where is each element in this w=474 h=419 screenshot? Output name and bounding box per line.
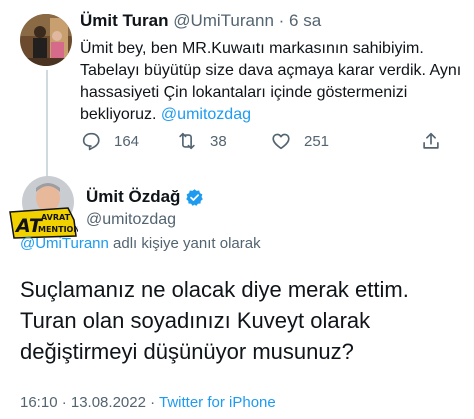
author-handle[interactable]: @umitozdag <box>86 211 176 229</box>
mention-link[interactable]: @umitozdag <box>161 106 251 123</box>
author-name[interactable]: Ümit Turan <box>80 11 168 30</box>
replying-to-text: adlı kişiye yanıt olarak <box>108 235 261 252</box>
svg-text:AVRAT: AVRAT <box>41 213 71 222</box>
thread-line <box>46 70 48 182</box>
reply-tweet[interactable]: Ümit Turan @UmiTurann · 6 sa Ümit bey, b… <box>0 0 474 182</box>
tweet-time[interactable]: · 6 sa <box>279 11 322 30</box>
author-handle[interactable]: @UmiTurann <box>173 11 274 30</box>
reply-count: 164 <box>114 132 140 150</box>
like-icon <box>272 133 290 150</box>
share-button[interactable] <box>420 128 454 154</box>
share-icon <box>423 132 439 149</box>
author-name[interactable]: Ümit Özdağ <box>86 187 180 207</box>
like-count: 251 <box>304 132 330 150</box>
reply-header: Ümit Turan @UmiTurann · 6 sa <box>80 11 321 31</box>
author-name-row: Ümit Özdağ <box>86 187 204 207</box>
reply-text: Ümit bey, ben MR.Kuwaıtı markasının sahi… <box>80 38 464 126</box>
tweet-timestamp[interactable]: 16:10 · 13.08.2022 · <box>20 394 159 411</box>
svg-text:MENTION: MENTION <box>38 225 78 234</box>
replying-to: @UmiTurann adlı kişiye yanıt olarak <box>20 235 261 252</box>
replying-to-handle[interactable]: @UmiTurann <box>20 235 109 252</box>
reply-icon <box>82 132 100 151</box>
reply-button[interactable]: 164 <box>80 128 139 154</box>
action-bar: 164 38 251 <box>80 128 464 154</box>
retweet-count: 38 <box>210 132 227 150</box>
verified-badge-icon <box>186 188 204 206</box>
retweet-button[interactable]: 38 <box>176 128 227 154</box>
tweet-source[interactable]: Twitter for iPhone <box>159 394 276 411</box>
retweet-icon <box>179 132 195 150</box>
reply-body: Ümit bey, ben MR.Kuwaıtı markasının sahi… <box>80 40 462 123</box>
like-button[interactable]: 251 <box>270 128 329 154</box>
tweet-meta: 16:10 · 13.08.2022 · Twitter for iPhone <box>20 394 276 411</box>
avatar-wrap: AT AVRAT MENTION <box>8 176 78 239</box>
avatar[interactable] <box>20 14 72 66</box>
tweet-text: Suçlamanız ne olacak diye merak ettim. T… <box>20 277 409 364</box>
